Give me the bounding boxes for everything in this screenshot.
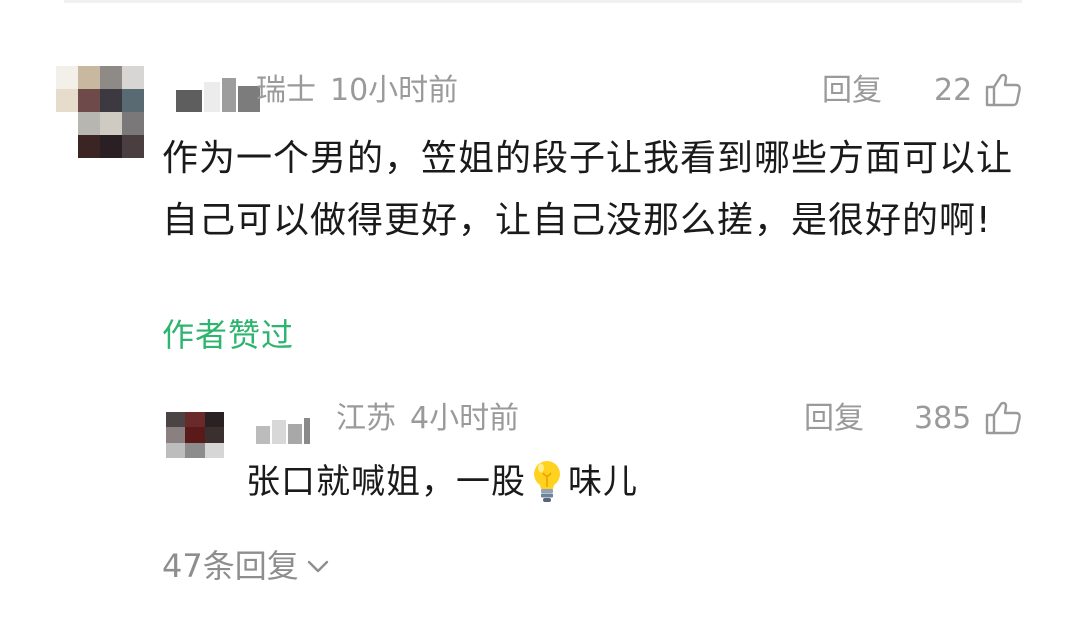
thumbs-up-icon[interactable]: [984, 400, 1022, 436]
comment-text: 作为一个男的，笠姐的段子让我看到哪些方面可以让自己可以做得更好，让自己没那么搓，…: [162, 138, 1014, 241]
reply-text-before-emoji: 张口就喊姐，一股: [246, 462, 526, 502]
reply-location: 江苏: [336, 401, 396, 436]
reply-text: 张口就喊姐，一股 味儿: [246, 458, 638, 506]
comment-location: 瑞士: [256, 73, 316, 108]
like-count: 22: [934, 73, 973, 108]
reply-avatar[interactable]: [166, 412, 224, 458]
reply-to-reply-button[interactable]: 回复: [804, 404, 864, 434]
author-liked-badge: 作者赞过: [162, 316, 295, 354]
comment-meta: 瑞士 10小时前: [256, 76, 458, 106]
light-bulb-icon: [534, 461, 560, 502]
reply-time: 4小时前: [410, 401, 520, 436]
thumbs-up-icon[interactable]: [984, 72, 1022, 108]
top-divider: [64, 0, 1022, 3]
reply-meta: 江苏 4小时前: [336, 404, 519, 434]
avatar[interactable]: [56, 66, 144, 158]
chevron-down-icon: [307, 560, 328, 573]
more-replies-label: 47条回复: [162, 547, 299, 585]
user-name-obscured[interactable]: [176, 78, 260, 112]
view-more-replies-button[interactable]: 47条回复: [162, 546, 331, 586]
reply-like-count: 385: [914, 401, 972, 436]
reply-user-name-obscured[interactable]: [256, 410, 310, 444]
reply-button[interactable]: 回复: [822, 76, 882, 106]
reply-text-after-emoji: 味儿: [568, 462, 638, 502]
comment-time: 10小时前: [330, 73, 459, 108]
